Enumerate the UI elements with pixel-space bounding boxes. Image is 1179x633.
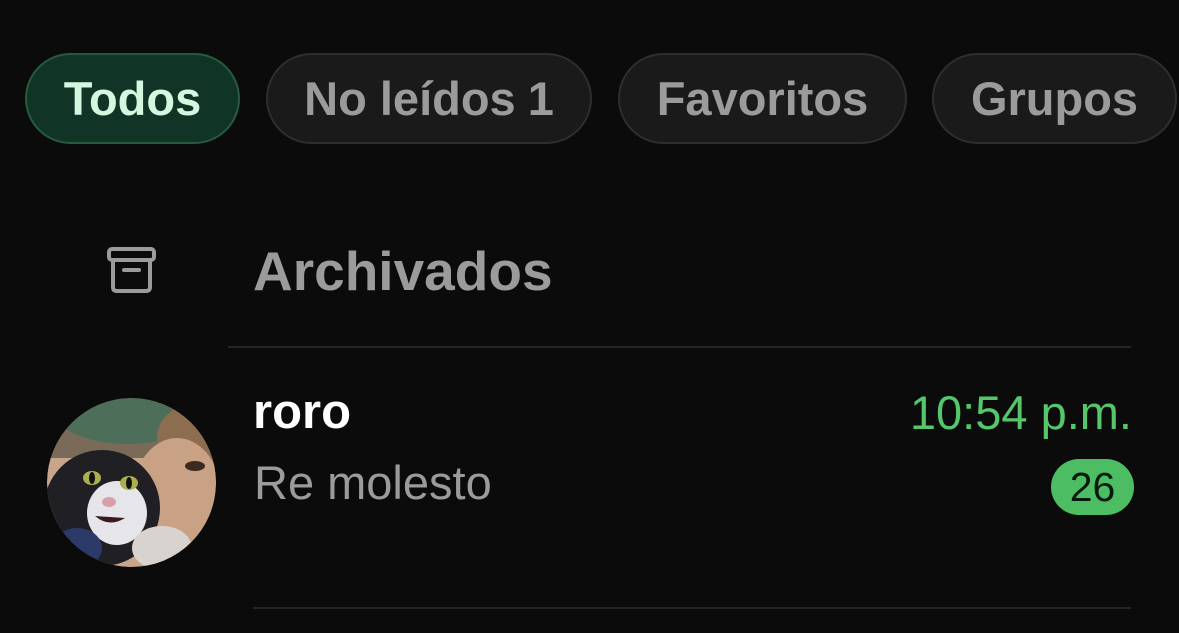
filter-chip-no-leidos[interactable]: No leídos 1	[266, 53, 592, 144]
filter-chip-label: No leídos	[304, 72, 516, 125]
chat-list-screen: Todos No leídos 1 Favoritos Grupos Archiv…	[0, 0, 1179, 633]
chat-timestamp: 10:54 p.m.	[909, 386, 1132, 439]
archive-box-icon	[107, 247, 156, 293]
filter-chip-label: Grupos	[970, 72, 1139, 125]
archived-label: Archivados	[253, 240, 553, 302]
profile-photo	[47, 398, 216, 567]
avatar[interactable]	[47, 398, 216, 567]
chat-preview: Re molesto	[254, 456, 492, 509]
filter-chip-favoritos[interactable]: Favoritos	[618, 53, 907, 144]
filter-chip-label: Favoritos	[656, 72, 869, 125]
filter-chip-grupos[interactable]: Grupos	[932, 53, 1177, 144]
unread-count-badge: 26	[1051, 459, 1134, 515]
divider	[228, 346, 1131, 348]
filter-chip-todos[interactable]: Todos	[25, 53, 240, 144]
chat-name: roro	[253, 385, 351, 439]
filter-chip-count: 1	[527, 72, 554, 125]
filter-chip-label: Todos	[63, 72, 202, 125]
divider	[253, 607, 1131, 609]
